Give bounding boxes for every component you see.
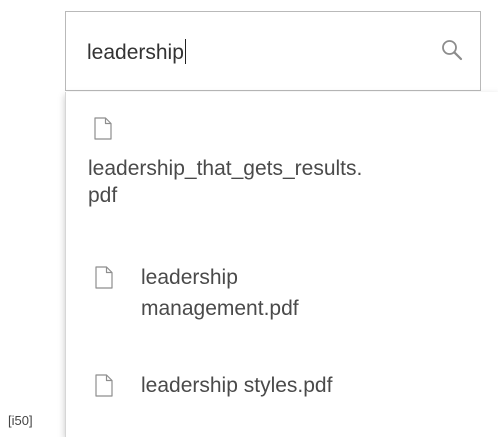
search-box[interactable]: leadership	[65, 11, 481, 91]
search-input[interactable]: leadership	[87, 39, 186, 66]
search-input-value: leadership	[87, 41, 184, 64]
result-label: leadership styles.pdf	[141, 374, 333, 397]
search-icon[interactable]	[440, 38, 464, 62]
file-icon	[95, 374, 113, 397]
search-results-dropdown: leadership_that_gets_results. pdf leader…	[65, 92, 498, 437]
result-label: leadership management.pdf	[141, 266, 299, 320]
corner-tag: [i50]	[8, 413, 33, 428]
file-icon	[95, 266, 113, 289]
result-label: leadership_that_gets_results. pdf	[88, 157, 363, 207]
text-caret	[184, 39, 186, 64]
file-icon	[94, 117, 112, 140]
